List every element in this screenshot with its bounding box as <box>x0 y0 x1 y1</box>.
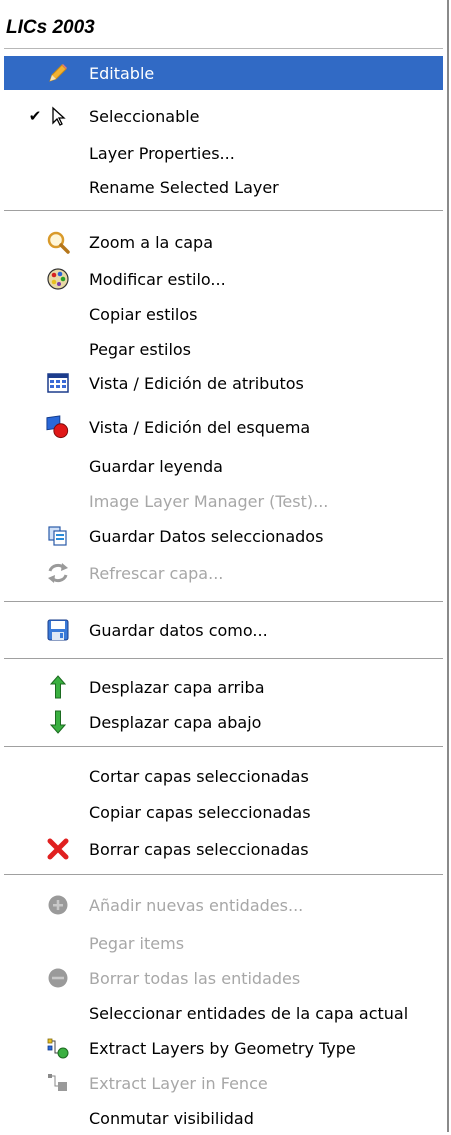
menu-item-modificar-estilo[interactable]: Modificar estilo... <box>4 262 443 296</box>
menu-item-refrescar-capa[interactable]: Refrescar capa... <box>4 556 443 590</box>
menu-item-label: Borrar capas seleccionadas <box>89 839 309 859</box>
menu-item-label: Desplazar capa abajo <box>89 712 262 732</box>
menu-item-label: Guardar Datos seleccionados <box>89 526 324 546</box>
menu-item-seleccionar-entidades[interactable]: Seleccionar entidades de la capa actual <box>4 996 443 1030</box>
menu-item-label: Extract Layer in Fence <box>89 1073 268 1093</box>
schema-icon <box>46 415 70 439</box>
menu-item-zoom-capa[interactable]: Zoom a la capa <box>4 225 443 259</box>
menu-item-label: Editable <box>89 63 155 83</box>
menu-item-vista-atributos[interactable]: Vista / Edición de atributos <box>4 366 443 400</box>
pointer-cursor-icon <box>46 104 70 128</box>
menu-item-anadir-entidades[interactable]: Añadir nuevas entidades... <box>4 888 443 922</box>
refresh-icon <box>46 561 70 585</box>
extract-fence-icon <box>46 1071 70 1095</box>
copy-documents-icon <box>46 524 70 548</box>
title-divider <box>4 48 443 49</box>
arrow-up-icon <box>46 675 70 699</box>
minus-circle-icon <box>46 966 70 990</box>
menu-item-pegar-items[interactable]: Pegar items <box>4 926 443 960</box>
menu-item-conmutar-visibilidad[interactable]: Conmutar visibilidad <box>4 1101 443 1135</box>
menu-item-label: Copiar estilos <box>89 304 198 324</box>
menu-item-borrar-capas[interactable]: Borrar capas seleccionadas <box>4 832 443 866</box>
menu-item-label: Guardar datos como... <box>89 620 268 640</box>
menu-item-layer-properties[interactable]: Layer Properties... <box>4 136 443 170</box>
menu-item-desplazar-arriba[interactable]: Desplazar capa arriba <box>4 670 443 704</box>
floppy-disk-icon <box>46 618 70 642</box>
layer-title: LICs 2003 <box>6 17 95 38</box>
menu-item-borrar-entidades[interactable]: Borrar todas las entidades <box>4 961 443 995</box>
plus-circle-icon <box>46 893 70 917</box>
red-x-icon <box>46 837 70 861</box>
menu-item-label: Seleccionable <box>89 106 200 126</box>
menu-item-label: Rename Selected Layer <box>89 177 279 197</box>
menu-item-rename-layer[interactable]: Rename Selected Layer <box>4 170 443 204</box>
menu-item-guardar-leyenda[interactable]: Guardar leyenda <box>4 449 443 483</box>
menu-item-label: Añadir nuevas entidades... <box>89 895 304 915</box>
menu-item-extract-in-fence[interactable]: Extract Layer in Fence <box>4 1066 443 1100</box>
menu-item-label: Pegar estilos <box>89 339 192 359</box>
menu-item-label: Vista / Edición de atributos <box>89 373 304 393</box>
menu-item-image-layer-manager[interactable]: Image Layer Manager (Test)... <box>4 484 443 518</box>
menu-item-guardar-datos-como[interactable]: Guardar datos como... <box>4 613 443 647</box>
menu-separator <box>4 210 443 212</box>
menu-item-editable[interactable]: Editable <box>4 56 443 90</box>
palette-icon <box>46 267 70 291</box>
menu-separator <box>4 658 443 660</box>
menu-item-label: Desplazar capa arriba <box>89 677 265 697</box>
pencil-icon <box>46 61 70 85</box>
menu-item-label: Refrescar capa... <box>89 563 224 583</box>
menu-item-copiar-capas[interactable]: Copiar capas seleccionadas <box>4 795 443 829</box>
menu-item-label: Extract Layers by Geometry Type <box>89 1038 356 1058</box>
menu-item-label: Copiar capas seleccionadas <box>89 802 311 822</box>
menu-item-desplazar-abajo[interactable]: Desplazar capa abajo <box>4 705 443 739</box>
menu-item-label: Cortar capas seleccionadas <box>89 766 309 786</box>
table-grid-icon <box>46 371 70 395</box>
menu-item-label: Conmutar visibilidad <box>89 1108 254 1128</box>
menu-item-copiar-estilos[interactable]: Copiar estilos <box>4 297 443 331</box>
menu-separator <box>4 601 443 603</box>
menu-item-pegar-estilos[interactable]: Pegar estilos <box>4 332 443 366</box>
menu-item-label: Image Layer Manager (Test)... <box>89 491 329 511</box>
menu-item-label: Vista / Edición del esquema <box>89 417 311 437</box>
menu-item-label: Guardar leyenda <box>89 456 223 476</box>
menu-item-label: Pegar items <box>89 933 185 953</box>
menu-item-label: Zoom a la capa <box>89 232 213 252</box>
menu-item-guardar-datos-seleccionados[interactable]: Guardar Datos seleccionados <box>4 519 443 553</box>
menu-item-seleccionable[interactable]: ✔ Seleccionable <box>4 99 443 133</box>
menu-item-cortar-capas[interactable]: Cortar capas seleccionadas <box>4 759 443 793</box>
menu-item-extract-by-geometry[interactable]: Extract Layers by Geometry Type <box>4 1031 443 1065</box>
menu-item-label: Borrar todas las entidades <box>89 968 301 988</box>
arrow-down-icon <box>46 710 70 734</box>
menu-item-label: Seleccionar entidades de la capa actual <box>89 1003 409 1023</box>
magnifier-icon <box>46 230 70 254</box>
menu-item-label: Layer Properties... <box>89 143 235 163</box>
layer-context-menu: LICs 2003 Editable ✔ Seleccionable Layer… <box>0 0 449 1132</box>
menu-item-label: Modificar estilo... <box>89 269 226 289</box>
menu-separator <box>4 746 443 748</box>
menu-separator <box>4 874 443 876</box>
checkmark-icon: ✔ <box>28 107 42 125</box>
extract-geometry-icon <box>46 1036 70 1060</box>
menu-item-vista-esquema[interactable]: Vista / Edición del esquema <box>4 410 443 444</box>
